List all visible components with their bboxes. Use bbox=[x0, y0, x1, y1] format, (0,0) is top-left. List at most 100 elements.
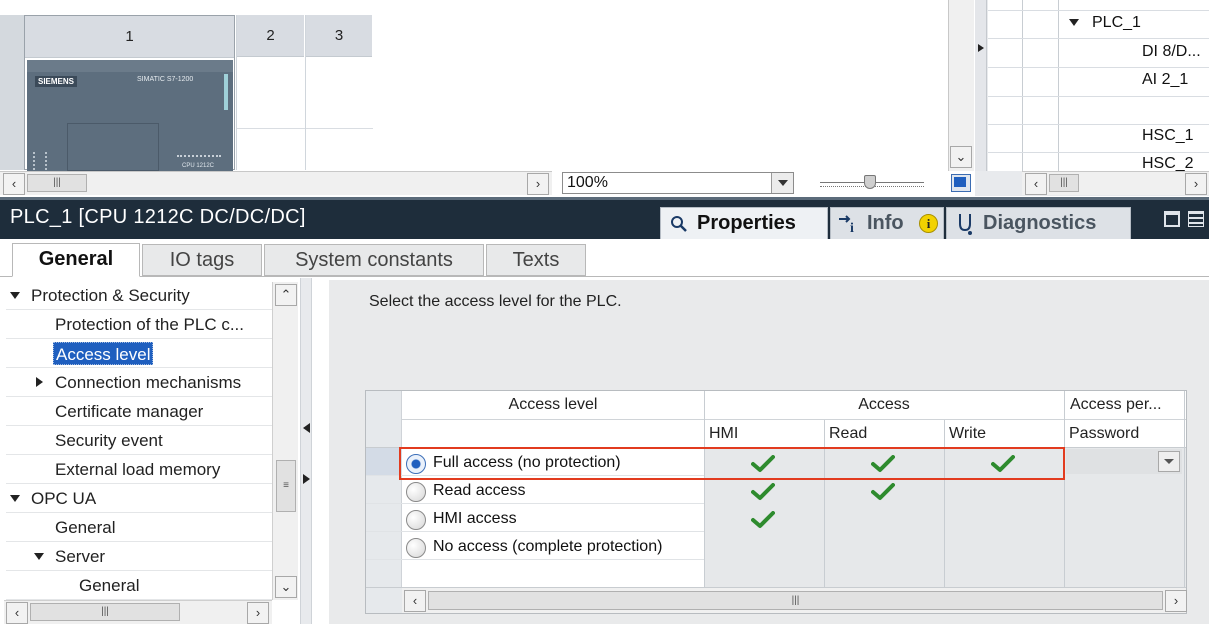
radio-button[interactable] bbox=[406, 538, 426, 558]
radio-read-access[interactable]: Read access bbox=[404, 478, 704, 504]
scroll-left-button[interactable]: ‹ bbox=[404, 590, 426, 612]
radio-no-access[interactable]: No access (complete protection) bbox=[404, 534, 704, 560]
chevron-down-icon[interactable] bbox=[771, 173, 793, 193]
grid-col-sep bbox=[1058, 0, 1059, 171]
maximize-list-icon[interactable] bbox=[1188, 211, 1204, 227]
scroll-left-button[interactable]: ‹ bbox=[6, 602, 28, 624]
nav-item-certificate-manager[interactable]: Certificate manager bbox=[6, 397, 272, 426]
nav-vscrollbar[interactable]: ⌃ ≡ ⌄ bbox=[272, 282, 298, 600]
nav-item-protection-security[interactable]: Protection & Security bbox=[6, 281, 272, 310]
selected-row-marker bbox=[366, 448, 402, 475]
scroll-thumb[interactable]: ||| bbox=[27, 174, 87, 192]
scroll-down-button[interactable]: ⌄ bbox=[950, 146, 972, 168]
nav-item-protection-plc[interactable]: Protection of the PLC c... bbox=[6, 310, 272, 339]
tree-hscrollbar[interactable]: ‹ ||| › bbox=[1022, 171, 1209, 195]
tree-item-hsc1[interactable]: HSC_1 bbox=[1142, 127, 1194, 145]
tree-item-ai[interactable]: AI 2_1 bbox=[1142, 71, 1188, 89]
tab-general[interactable]: General bbox=[12, 243, 140, 277]
nav-item-label: External load memory bbox=[55, 460, 221, 479]
radio-hmi-access[interactable]: HMI access bbox=[404, 506, 704, 532]
collapse-left-icon[interactable] bbox=[303, 423, 311, 433]
tab-texts[interactable]: Texts bbox=[486, 244, 586, 276]
tab-diagnostics[interactable]: Diagnostics bbox=[946, 207, 1131, 240]
nav-item-security-event[interactable]: Security event bbox=[6, 426, 272, 455]
overview-frame bbox=[954, 177, 966, 187]
radio-button[interactable] bbox=[406, 482, 426, 502]
tab-label: Diagnostics bbox=[983, 212, 1097, 234]
header-write: Write bbox=[949, 425, 987, 442]
nav-item-external-load-memory[interactable]: External load memory bbox=[6, 455, 272, 484]
tree-splitter-strip[interactable] bbox=[975, 0, 987, 171]
scroll-thumb[interactable]: ≡ bbox=[276, 460, 296, 512]
scroll-right-button[interactable]: › bbox=[247, 602, 269, 624]
tree-item-plc[interactable]: PLC_1 bbox=[1069, 14, 1141, 32]
expand-triangle-icon[interactable] bbox=[10, 292, 20, 300]
scroll-up-button[interactable]: ⌃ bbox=[275, 284, 297, 306]
radio-button[interactable] bbox=[406, 510, 426, 530]
plc-device-image[interactable]: SIEMENS SIMATIC S7-1200 CPU 1212C bbox=[27, 60, 233, 171]
table-hscrollbar[interactable]: ‹ ||| › bbox=[402, 587, 1187, 613]
slot-1[interactable]: 1 SIEMENS SIMATIC S7-1200 CPU 1212C bbox=[24, 15, 235, 171]
device-led-bar bbox=[224, 74, 228, 110]
slot-3-header: 3 bbox=[306, 15, 372, 57]
scroll-left-button[interactable]: ‹ bbox=[3, 173, 25, 195]
tab-system-constants[interactable]: System constants bbox=[264, 244, 484, 276]
scroll-thumb[interactable]: ||| bbox=[1049, 174, 1079, 192]
expand-triangle-icon[interactable] bbox=[10, 495, 20, 503]
device-view-vscrollbar[interactable]: ⌄ bbox=[948, 0, 974, 171]
nav-item-connection-mechanisms[interactable]: Connection mechanisms bbox=[6, 368, 272, 397]
header-password: Password bbox=[1069, 425, 1140, 442]
password-dropdown[interactable] bbox=[1066, 449, 1182, 474]
expand-triangle-icon[interactable] bbox=[1069, 19, 1079, 27]
tab-io-tags[interactable]: IO tags bbox=[142, 244, 262, 276]
slot-3[interactable]: 3 bbox=[305, 15, 373, 170]
tree-item-di[interactable]: DI 8/D... bbox=[1142, 43, 1201, 61]
header-access-level: Access level bbox=[508, 396, 598, 413]
zoom-slider[interactable] bbox=[818, 172, 928, 194]
nav-item-opc-ua[interactable]: OPC UA bbox=[6, 484, 272, 513]
slot-1-header: 1 bbox=[25, 16, 234, 58]
grid-row-line bbox=[988, 38, 1209, 39]
scroll-thumb[interactable]: ||| bbox=[428, 591, 1163, 610]
scroll-thumb[interactable]: ||| bbox=[30, 603, 180, 621]
float-window-icon[interactable] bbox=[1164, 211, 1180, 227]
expand-triangle-icon[interactable] bbox=[34, 553, 44, 561]
device-model-label: SIMATIC S7-1200 bbox=[137, 76, 194, 83]
rack-left-edge bbox=[0, 15, 24, 170]
nav-item-label: Server bbox=[55, 547, 106, 566]
overview-navigation-icon[interactable] bbox=[951, 174, 971, 192]
scroll-down-button[interactable]: ⌄ bbox=[275, 576, 297, 598]
nav-item-opc-general[interactable]: General bbox=[6, 513, 272, 542]
scroll-right-button[interactable]: › bbox=[1165, 590, 1187, 612]
slider-thumb[interactable] bbox=[864, 175, 876, 189]
nav-hscrollbar[interactable]: ‹ ||| › bbox=[4, 600, 272, 624]
nav-item-server[interactable]: Server bbox=[6, 542, 272, 571]
scroll-right-button[interactable]: › bbox=[527, 173, 549, 195]
nav-item-server-general[interactable]: General bbox=[6, 571, 272, 600]
nav-item-label: Protection & Security bbox=[31, 286, 190, 305]
scroll-right-button[interactable]: › bbox=[1185, 173, 1207, 195]
inspector-title-bar: PLC_1 [CPU 1212C DC/DC/DC] Properties i … bbox=[0, 197, 1209, 240]
header-access-permission: Access per... bbox=[1070, 396, 1162, 413]
tab-info[interactable]: i Info i bbox=[830, 207, 944, 240]
panel-splitter[interactable] bbox=[300, 278, 312, 624]
zoom-select[interactable]: 100% bbox=[562, 172, 794, 194]
chevron-down-icon[interactable] bbox=[1158, 451, 1180, 472]
nav-item-access-level[interactable]: Access level bbox=[6, 339, 272, 368]
collapse-arrow-icon[interactable] bbox=[977, 43, 985, 53]
option-label: No access (complete protection) bbox=[433, 538, 663, 555]
tab-properties[interactable]: Properties bbox=[660, 207, 828, 240]
scroll-left-button[interactable]: ‹ bbox=[1025, 173, 1047, 195]
properties-icon bbox=[671, 216, 687, 232]
highlight-box bbox=[399, 447, 1065, 480]
check-icon bbox=[751, 511, 775, 528]
svg-text:i: i bbox=[850, 221, 854, 235]
slot-2[interactable]: 2 bbox=[236, 15, 305, 170]
expand-right-icon[interactable] bbox=[303, 474, 311, 484]
device-view-hscrollbar[interactable]: ‹ ||| › bbox=[0, 171, 552, 195]
header-read: Read bbox=[829, 425, 868, 442]
grid-row-line bbox=[988, 10, 1209, 11]
option-label: Read access bbox=[433, 482, 526, 499]
tree-item-hsc2[interactable]: HSC_2 bbox=[1142, 155, 1194, 171]
collapsed-triangle-icon[interactable] bbox=[36, 377, 44, 387]
